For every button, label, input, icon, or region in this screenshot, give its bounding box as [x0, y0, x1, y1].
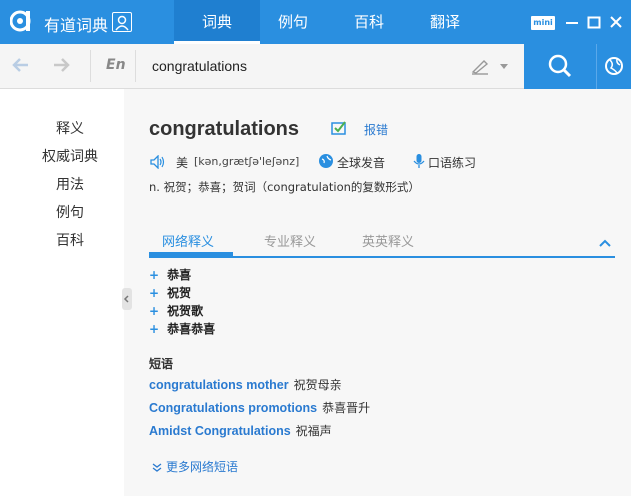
meaning-item[interactable]: + 恭喜恭喜 [149, 320, 215, 337]
tab-english-definition[interactable]: 英英释义 [362, 231, 414, 250]
speaker-icon[interactable] [150, 155, 166, 169]
global-pronunciation-icon[interactable] [318, 153, 334, 169]
phrases-title: 短语 [149, 357, 174, 371]
tab-dictionary[interactable]: 词典 [174, 0, 260, 44]
handwriting-icon[interactable] [470, 57, 490, 75]
forward-arrow-icon[interactable] [52, 56, 70, 74]
close-icon[interactable] [609, 14, 623, 30]
active-tab-indicator [149, 252, 233, 256]
phrase-link[interactable]: Amidst Congratulations [149, 424, 291, 438]
chevron-down-icon[interactable] [500, 64, 508, 69]
phrase-link[interactable]: congratulations mother [149, 378, 289, 392]
online-button[interactable] [596, 44, 631, 89]
globe-icon [605, 57, 623, 75]
chevron-up-icon[interactable] [599, 239, 611, 247]
double-chevron-down-icon [152, 462, 162, 472]
tab-examples[interactable]: 例句 [250, 0, 336, 44]
mini-mode-button[interactable]: mini [531, 16, 555, 30]
meaning-item[interactable]: + 恭喜 [149, 266, 191, 283]
add-to-wordbook-icon[interactable] [331, 120, 347, 136]
title-bar: 有道词典 词典 例句 百科 翻译 mini [0, 0, 631, 44]
sidebar-item-authoritative[interactable]: 权威词典 [0, 146, 140, 166]
sidebar-item-definition[interactable]: 释义 [0, 118, 140, 138]
global-pronunciation-link[interactable]: 全球发音 [337, 154, 385, 171]
user-avatar-icon[interactable] [112, 12, 132, 32]
definition-tabs: 网络释义 专业释义 英英释义 [149, 228, 615, 258]
phrase-item: congratulations mother 祝贺母亲 [149, 378, 342, 392]
sidebar-collapse-handle[interactable] [122, 288, 132, 310]
tab-encyclopedia[interactable]: 百科 [326, 0, 412, 44]
phrase-link[interactable]: Congratulations promotions [149, 401, 317, 415]
accent-label: 美 [176, 156, 189, 170]
phonetic: [kən,grætʃə'leʃənz] [194, 155, 300, 168]
tab-professional-definition[interactable]: 专业释义 [264, 231, 316, 250]
minimize-icon[interactable] [565, 14, 579, 30]
plus-icon: + [149, 286, 160, 300]
left-navigation: 释义 权威词典 用法 例句 百科 [0, 89, 124, 496]
headword: congratulations [149, 118, 300, 140]
meaning-item[interactable]: + 祝贺 [149, 284, 191, 301]
search-button[interactable] [524, 44, 596, 89]
tab-translate[interactable]: 翻译 [402, 0, 488, 44]
maximize-icon[interactable] [587, 14, 601, 30]
basic-definition: n. 祝贺；恭喜；贺词（congratulation的复数形式） [149, 180, 420, 194]
plus-icon: + [149, 304, 160, 318]
language-label: En [106, 57, 126, 73]
plus-icon: + [149, 322, 160, 336]
sidebar-item-examples[interactable]: 例句 [0, 202, 140, 222]
phrase-item: Congratulations promotions 恭喜晋升 [149, 401, 371, 415]
youdao-logo-icon [10, 10, 31, 32]
back-arrow-icon[interactable] [12, 56, 30, 74]
sidebar-item-encyclopedia[interactable]: 百科 [0, 230, 140, 250]
plus-icon: + [149, 268, 160, 282]
report-error-link[interactable]: 报错 [364, 121, 388, 138]
meaning-item[interactable]: + 祝贺歌 [149, 302, 203, 319]
more-phrases-link[interactable]: 更多网络短语 [152, 458, 238, 475]
oral-practice-link[interactable]: 口语练习 [428, 154, 476, 171]
search-icon [548, 54, 572, 78]
app-name: 有道词典 [44, 16, 109, 35]
microphone-icon[interactable] [411, 153, 427, 169]
phrase-item: Amidst Congratulations 祝福声 [149, 424, 332, 438]
tab-web-definition[interactable]: 网络释义 [162, 231, 214, 250]
sidebar-item-usage[interactable]: 用法 [0, 174, 140, 194]
